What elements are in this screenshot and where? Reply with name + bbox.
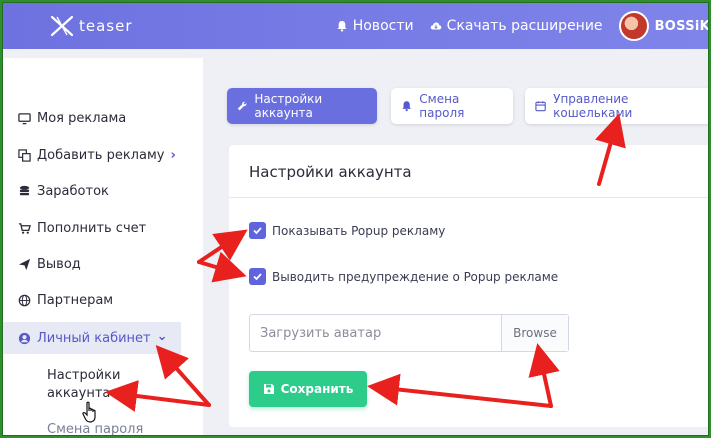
tab-account-settings[interactable]: Настройки аккаунта: [227, 88, 377, 124]
avatar-upload-field[interactable]: [250, 315, 501, 351]
cart-icon: [17, 222, 31, 236]
check-icon: [253, 227, 262, 235]
sidebar-item-label: Заработок: [37, 184, 109, 199]
chevron-down-icon: ⌄: [156, 328, 168, 344]
sidebar-item-label: Вывод: [37, 257, 81, 272]
bell-icon: [402, 101, 411, 112]
settings-card: Настройки аккаунта Показывать Popup рекл…: [229, 145, 708, 427]
floppy-disk-icon: [263, 384, 274, 394]
copy-icon: [17, 149, 31, 163]
sidebar-item-partners[interactable]: Партнерам: [17, 293, 113, 308]
wrench-icon: [237, 101, 247, 111]
cloud-download-icon: [430, 22, 441, 30]
logo[interactable]: teaser: [49, 13, 133, 39]
sidebar-item-earnings[interactable]: Заработок: [17, 184, 109, 199]
check-icon: [253, 273, 262, 281]
sidebar-item-label: Партнерам: [37, 293, 114, 308]
screenshot-frame: teaser Новости Скачать расширение BOSSiK: [2, 2, 709, 436]
save-button[interactable]: Сохранить: [249, 371, 367, 407]
sidebar-item-account[interactable]: Личный кабинет ⌄: [3, 322, 181, 354]
sidebar-item-add-ad[interactable]: Добавить рекламу ›: [17, 148, 176, 163]
logo-text: teaser: [79, 17, 133, 35]
news-link[interactable]: Новости: [336, 18, 414, 34]
top-nav: Новости Скачать расширение BOSSiK: [336, 3, 708, 49]
teaser-logo-icon: [50, 15, 74, 37]
coins-icon: [17, 185, 31, 199]
calendar-icon: [535, 101, 546, 112]
sidebar-item-label: Личный кабинет: [37, 330, 151, 346]
avatar[interactable]: [618, 11, 649, 41]
hand-cursor-icon: [82, 401, 96, 423]
sidebar-item-withdraw[interactable]: Вывод: [17, 257, 81, 272]
sidebar-item-my-ads[interactable]: Моя реклама: [17, 111, 126, 126]
news-label: Новости: [352, 18, 414, 34]
download-extension-link[interactable]: Скачать расширение: [430, 18, 603, 34]
avatar-upload: Browse: [249, 314, 569, 352]
bell-icon: [337, 21, 347, 32]
sidebar-subitem-account-settings[interactable]: Настройки аккаунта: [47, 367, 147, 403]
sidebar-item-label: Моя реклама: [37, 111, 127, 126]
checkbox-label: Выводить предупреждение о Popup рекламе: [272, 269, 559, 284]
download-extension-label: Скачать расширение: [446, 18, 603, 34]
top-bar: teaser Новости Скачать расширение BOSSiK: [3, 3, 708, 49]
sidebar-item-label: Пополнить счет: [37, 221, 147, 236]
checkbox-label: Показывать Popup рекламу: [272, 223, 446, 238]
user-circle-icon: [17, 331, 31, 345]
tab-change-password[interactable]: Смена пароля: [391, 88, 513, 124]
card-title: Настройки аккаунта: [249, 163, 412, 181]
monitor-icon: [17, 112, 31, 126]
tab-label: Управление кошельками: [553, 92, 633, 120]
tab-wallet-management[interactable]: Управление кошельками: [525, 88, 708, 124]
sidebar-item-top-up[interactable]: Пополнить счет: [17, 221, 146, 236]
save-label: Сохранить: [280, 382, 354, 396]
popup-ads-checkbox[interactable]: [249, 222, 266, 239]
popup-warning-checkbox-row[interactable]: Выводить предупреждение о Popup рекламе: [249, 268, 558, 285]
globe-icon: [17, 294, 31, 308]
paper-plane-icon: [17, 258, 31, 272]
browse-button[interactable]: Browse: [501, 315, 568, 351]
user-name[interactable]: BOSSiK: [655, 19, 708, 34]
sidebar-item-label: Добавить рекламу: [37, 148, 165, 163]
tab-label: Настройки аккаунта: [254, 92, 323, 120]
chevron-right-icon: ›: [170, 148, 176, 163]
popup-warning-checkbox[interactable]: [249, 268, 266, 285]
popup-ads-checkbox-row[interactable]: Показывать Popup рекламу: [249, 222, 445, 239]
card-divider: [229, 197, 708, 198]
tab-label: Смена пароля: [419, 92, 465, 120]
